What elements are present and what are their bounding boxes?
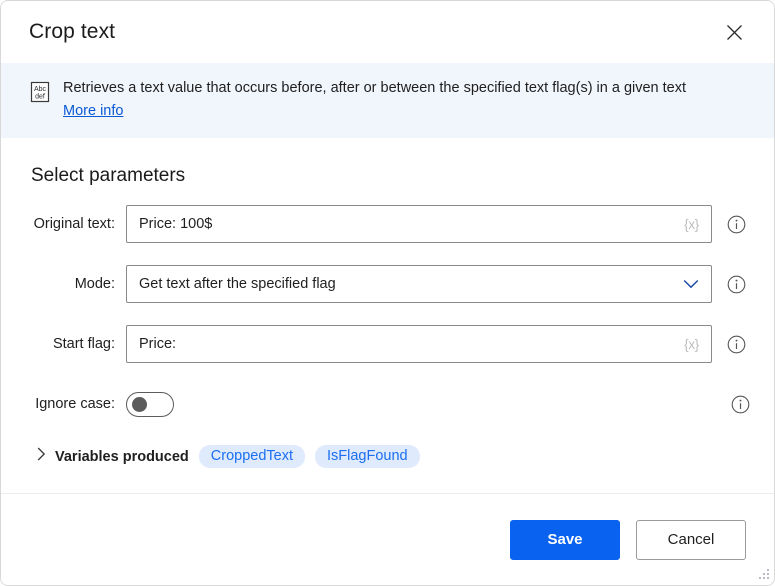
start-flag-value: Price: bbox=[139, 336, 177, 352]
variable-chip-is-flag-found[interactable]: IsFlagFound bbox=[315, 445, 420, 468]
variable-picker-icon[interactable]: {x} bbox=[684, 217, 699, 232]
save-button[interactable]: Save bbox=[510, 519, 620, 560]
chevron-right-icon bbox=[37, 447, 46, 466]
variables-produced-row: Variables produced CroppedText IsFlagFou… bbox=[37, 445, 750, 468]
start-flag-info-icon[interactable] bbox=[726, 334, 746, 354]
banner-description: Retrieves a text value that occurs befor… bbox=[63, 80, 687, 96]
mode-value: Get text after the specified flag bbox=[139, 276, 336, 292]
row-ignore-case: Ignore case: bbox=[29, 385, 750, 423]
row-original-text: Original text: Price: 100$ {x} bbox=[29, 205, 750, 243]
more-info-link[interactable]: More info bbox=[63, 103, 123, 119]
start-flag-input[interactable]: Price: {x} bbox=[126, 325, 712, 363]
banner-body: Retrieves a text value that occurs befor… bbox=[63, 79, 750, 120]
mode-label: Mode: bbox=[74, 276, 115, 292]
ignore-case-label: Ignore case: bbox=[35, 396, 115, 412]
text-abc-icon: Abc def bbox=[29, 81, 51, 103]
dialog-titlebar: Crop text bbox=[1, 1, 774, 63]
resize-grip-icon[interactable] bbox=[756, 568, 770, 582]
dialog-footer: Save Cancel bbox=[1, 493, 774, 585]
close-button[interactable] bbox=[712, 13, 756, 51]
original-text-value: Price: 100$ bbox=[139, 216, 213, 232]
close-icon bbox=[726, 24, 743, 41]
chevron-down-icon bbox=[683, 279, 699, 289]
variable-picker-icon[interactable]: {x} bbox=[684, 337, 699, 352]
original-text-input[interactable]: Price: 100$ {x} bbox=[126, 205, 712, 243]
mode-dropdown[interactable]: Get text after the specified flag bbox=[126, 265, 712, 303]
dialog-content: Select parameters Original text: Price: … bbox=[1, 138, 774, 493]
dialog-title: Crop text bbox=[29, 20, 116, 43]
svg-text:Abc: Abc bbox=[34, 86, 47, 93]
original-text-label: Original text: bbox=[33, 216, 115, 232]
row-mode: Mode: Get text after the specified flag bbox=[29, 265, 750, 303]
row-start-flag: Start flag: Price: {x} bbox=[29, 325, 750, 363]
start-flag-label: Start flag: bbox=[52, 336, 115, 352]
mode-info-icon[interactable] bbox=[726, 274, 746, 294]
ignore-case-info-icon[interactable] bbox=[730, 394, 750, 414]
original-text-info-icon[interactable] bbox=[726, 214, 746, 234]
toggle-knob bbox=[132, 396, 147, 412]
variable-chip-cropped-text[interactable]: CroppedText bbox=[198, 445, 305, 468]
variables-produced-label: Variables produced bbox=[55, 448, 189, 465]
svg-text:def: def bbox=[35, 94, 45, 101]
crop-text-dialog: Crop text Abc def Retrieves a text value… bbox=[0, 0, 775, 586]
ignore-case-toggle[interactable] bbox=[126, 391, 174, 417]
section-heading: Select parameters bbox=[31, 165, 186, 186]
parameters-form: Original text: Price: 100$ {x} Mode: Get… bbox=[29, 205, 750, 468]
info-banner: Abc def Retrieves a text value that occu… bbox=[1, 63, 774, 138]
variables-produced-expander[interactable]: Variables produced bbox=[37, 447, 189, 466]
cancel-button[interactable]: Cancel bbox=[636, 519, 746, 560]
